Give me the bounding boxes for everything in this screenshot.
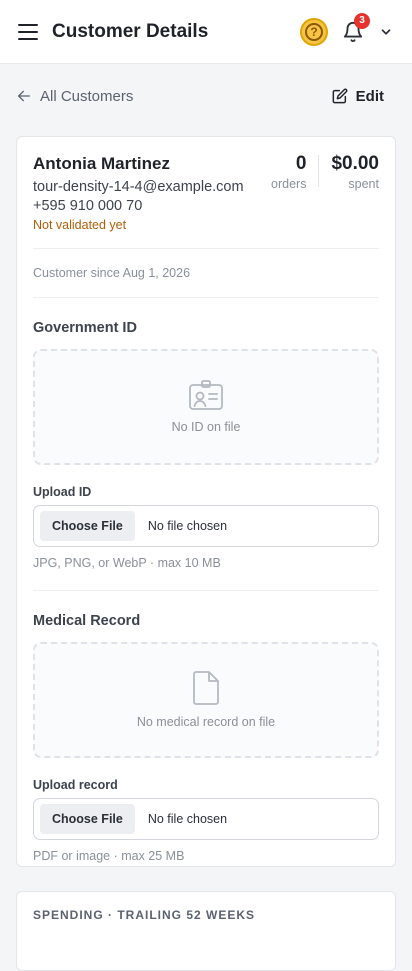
- no-file-chosen-text: No file chosen: [147, 519, 228, 533]
- document-icon: [193, 671, 219, 705]
- choose-file-button[interactable]: Choose File: [40, 804, 135, 834]
- upload-id-file-input[interactable]: Choose File No file chosen: [33, 505, 379, 547]
- choose-file-button[interactable]: Choose File: [40, 511, 135, 541]
- edit-button[interactable]: Edit: [332, 88, 396, 105]
- customer-phone: +595 910 000 70: [33, 198, 143, 214]
- edit-pencil-icon: [332, 88, 348, 104]
- upload-id-hint: JPG, PNG, or WebP · max 10 MB: [33, 556, 221, 570]
- government-id-title: Government ID: [33, 320, 137, 336]
- upload-record-hint: PDF or image · max 25 MB: [33, 849, 185, 863]
- question-circle-icon: ?: [305, 22, 323, 41]
- upload-record-file-input[interactable]: Choose File No file chosen: [33, 798, 379, 840]
- upload-id-label: Upload ID: [33, 485, 92, 499]
- sub-navigation: All Customers Edit: [16, 80, 396, 112]
- divider: [33, 590, 379, 591]
- top-actions: ? 3: [300, 12, 396, 46]
- divider: [33, 297, 379, 298]
- government-id-dropzone: No ID on file: [33, 349, 379, 465]
- chevron-down-icon: [381, 28, 391, 35]
- back-to-customers-link[interactable]: All Customers: [16, 88, 133, 105]
- spending-title: SPENDING · TRAILING 52 WEEKS: [33, 908, 256, 922]
- spending-card: SPENDING · TRAILING 52 WEEKS: [16, 891, 396, 971]
- account-menu-toggle[interactable]: [376, 22, 396, 42]
- orders-count: 0: [295, 153, 307, 174]
- arrow-left-icon: [18, 90, 30, 102]
- notifications-button[interactable]: 3: [340, 12, 370, 45]
- hamburger-menu-icon[interactable]: [16, 20, 40, 44]
- help-button[interactable]: ?: [300, 17, 328, 46]
- customer-since: Customer since Aug 1, 2026: [33, 266, 191, 280]
- orders-stat: 0 orders: [271, 153, 306, 191]
- customer-stats: 0 orders $0.00 spent: [271, 153, 379, 191]
- validation-status: Not validated yet: [33, 218, 127, 232]
- upload-record-label: Upload record: [33, 778, 118, 792]
- page-title: Customer Details: [52, 20, 209, 42]
- id-card-icon: [189, 380, 223, 410]
- medical-record-title: Medical Record: [33, 613, 141, 629]
- notification-count-badge: 3: [354, 12, 370, 29]
- medical-record-empty-text: No medical record on file: [136, 715, 276, 729]
- government-id-empty-text: No ID on file: [171, 420, 241, 434]
- orders-label: orders: [271, 177, 307, 191]
- stats-divider: [318, 155, 320, 187]
- back-link-label: All Customers: [40, 87, 134, 105]
- medical-record-dropzone: No medical record on file: [33, 642, 379, 758]
- no-file-chosen-text: No file chosen: [147, 812, 228, 826]
- edit-button-label: Edit: [355, 87, 384, 105]
- spent-amount: $0.00: [331, 153, 379, 174]
- top-app-bar: Customer Details ? 3: [0, 0, 412, 64]
- customer-details-card: Antonia Martinez tour-density-14-4@examp…: [16, 136, 396, 867]
- spent-stat: $0.00 spent: [331, 153, 379, 191]
- spent-label: spent: [348, 177, 379, 191]
- customer-profile: Antonia Martinez tour-density-14-4@examp…: [33, 137, 379, 248]
